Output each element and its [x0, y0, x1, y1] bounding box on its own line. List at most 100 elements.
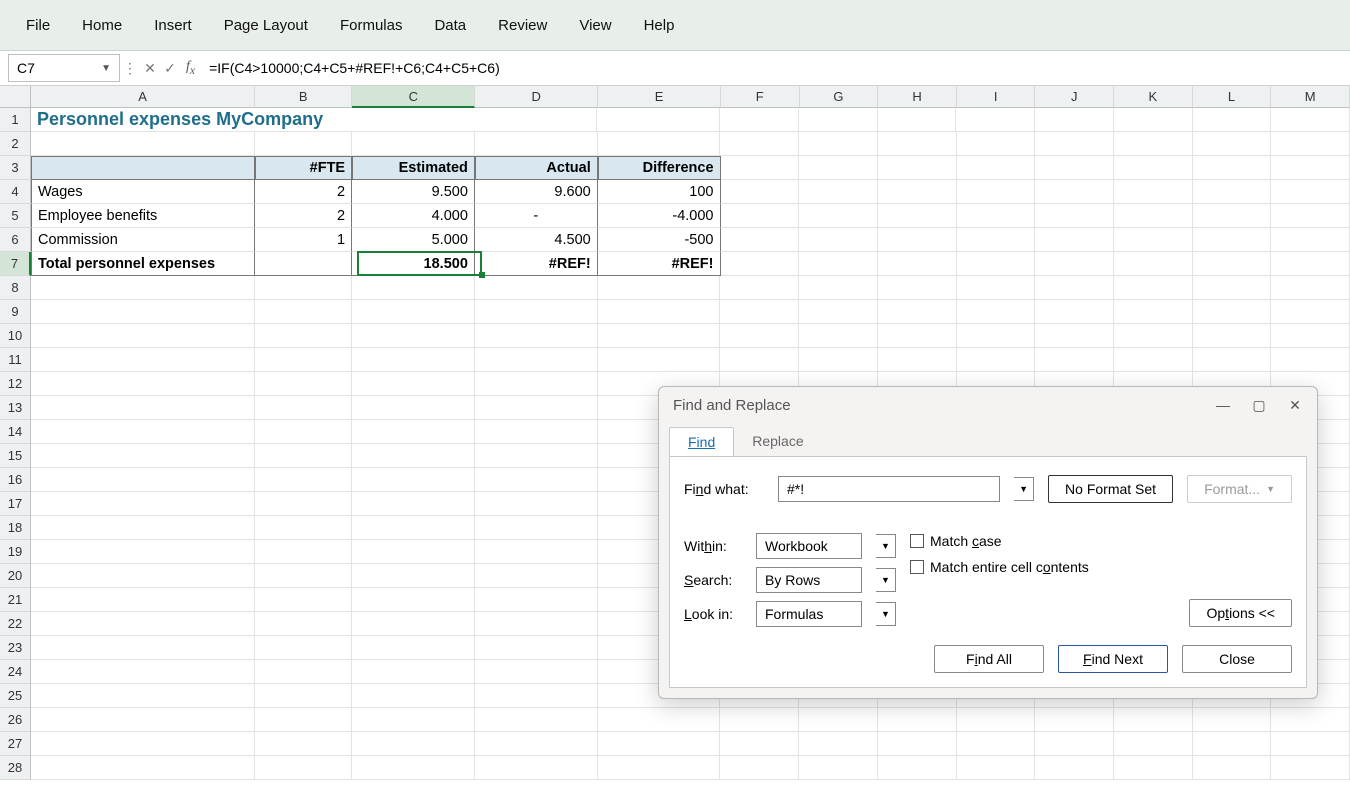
- cell[interactable]: [1193, 300, 1272, 324]
- cell[interactable]: [598, 276, 721, 300]
- close-icon[interactable]: ✕: [1287, 397, 1303, 414]
- cell[interactable]: [721, 228, 800, 252]
- cell[interactable]: [721, 204, 800, 228]
- cell[interactable]: [31, 564, 255, 588]
- cell[interactable]: 2: [255, 204, 352, 228]
- row-header-6[interactable]: 6: [0, 228, 31, 252]
- cell[interactable]: [1193, 324, 1272, 348]
- cell[interactable]: [1271, 732, 1350, 756]
- fx-icon[interactable]: fx: [186, 59, 195, 77]
- cell[interactable]: -500: [598, 228, 721, 252]
- row-header-28[interactable]: 28: [0, 756, 31, 780]
- lookin-select[interactable]: Formulas: [756, 601, 862, 627]
- minimize-icon[interactable]: —: [1215, 397, 1231, 414]
- row-header-1[interactable]: 1: [0, 108, 31, 132]
- cell[interactable]: [255, 708, 352, 732]
- cell[interactable]: [255, 468, 352, 492]
- cell[interactable]: [598, 708, 721, 732]
- cell[interactable]: [31, 588, 255, 612]
- cell[interactable]: [255, 564, 352, 588]
- cell[interactable]: [957, 252, 1036, 276]
- cell[interactable]: [352, 420, 475, 444]
- cell[interactable]: [352, 444, 475, 468]
- cell[interactable]: [255, 732, 352, 756]
- cell[interactable]: [1193, 732, 1272, 756]
- cell[interactable]: [352, 132, 475, 156]
- cell[interactable]: [720, 108, 799, 132]
- cell[interactable]: [475, 588, 598, 612]
- cell[interactable]: [475, 420, 598, 444]
- cell[interactable]: -: [475, 204, 598, 228]
- within-dropdown[interactable]: ▼: [876, 534, 896, 558]
- col-header-C[interactable]: C: [352, 86, 475, 108]
- cell[interactable]: [475, 564, 598, 588]
- cell[interactable]: [475, 372, 598, 396]
- cell[interactable]: [255, 492, 352, 516]
- find-what-input[interactable]: #*!: [778, 476, 1000, 502]
- cell[interactable]: [878, 756, 957, 780]
- cell[interactable]: [255, 276, 352, 300]
- cell[interactable]: [1114, 276, 1193, 300]
- cell[interactable]: [475, 732, 598, 756]
- row-header-12[interactable]: 12: [0, 372, 31, 396]
- cell[interactable]: [1035, 108, 1114, 132]
- col-header-K[interactable]: K: [1114, 86, 1193, 108]
- row-header-17[interactable]: 17: [0, 492, 31, 516]
- cell[interactable]: [31, 132, 255, 156]
- cell[interactable]: [31, 684, 255, 708]
- cell[interactable]: [475, 756, 598, 780]
- enter-icon[interactable]: ✓: [160, 60, 180, 77]
- row-header-27[interactable]: 27: [0, 732, 31, 756]
- cell[interactable]: [957, 324, 1036, 348]
- cell[interactable]: [799, 348, 878, 372]
- ribbon-insert[interactable]: Insert: [154, 17, 192, 34]
- cell[interactable]: [956, 108, 1035, 132]
- cell[interactable]: [352, 732, 475, 756]
- cell[interactable]: [1114, 228, 1193, 252]
- col-header-L[interactable]: L: [1193, 86, 1272, 108]
- cell[interactable]: [255, 420, 352, 444]
- cell[interactable]: [255, 444, 352, 468]
- cell[interactable]: [1193, 348, 1272, 372]
- cell[interactable]: [1035, 156, 1114, 180]
- cell[interactable]: [31, 300, 255, 324]
- cell[interactable]: [957, 756, 1036, 780]
- cell[interactable]: [878, 324, 957, 348]
- cell[interactable]: Difference: [598, 156, 721, 180]
- cell[interactable]: [255, 588, 352, 612]
- cell[interactable]: [799, 156, 878, 180]
- cell[interactable]: [721, 180, 800, 204]
- cell[interactable]: [799, 324, 878, 348]
- cell[interactable]: [1114, 132, 1193, 156]
- cell[interactable]: [352, 660, 475, 684]
- cell[interactable]: [1193, 204, 1272, 228]
- row-header-25[interactable]: 25: [0, 684, 31, 708]
- cell[interactable]: [475, 468, 598, 492]
- cell[interactable]: [1114, 324, 1193, 348]
- row-header-9[interactable]: 9: [0, 300, 31, 324]
- cell[interactable]: [475, 396, 598, 420]
- cell[interactable]: [1114, 732, 1193, 756]
- cell[interactable]: [957, 348, 1036, 372]
- cell[interactable]: [31, 420, 255, 444]
- cell[interactable]: [799, 276, 878, 300]
- cell[interactable]: [475, 492, 598, 516]
- cell[interactable]: [1271, 756, 1350, 780]
- cell[interactable]: [598, 324, 721, 348]
- cell[interactable]: [1035, 228, 1114, 252]
- cell[interactable]: [878, 708, 957, 732]
- cell[interactable]: [475, 276, 598, 300]
- cell[interactable]: [1035, 756, 1114, 780]
- cell[interactable]: [352, 372, 475, 396]
- cell[interactable]: [1035, 132, 1114, 156]
- cell[interactable]: [957, 204, 1036, 228]
- cell[interactable]: 2: [255, 180, 352, 204]
- cell[interactable]: [721, 252, 800, 276]
- cell[interactable]: [878, 276, 957, 300]
- row-header-16[interactable]: 16: [0, 468, 31, 492]
- cell[interactable]: [799, 300, 878, 324]
- row-header-23[interactable]: 23: [0, 636, 31, 660]
- cell[interactable]: [1114, 348, 1193, 372]
- cell[interactable]: [1193, 276, 1272, 300]
- row-header-2[interactable]: 2: [0, 132, 31, 156]
